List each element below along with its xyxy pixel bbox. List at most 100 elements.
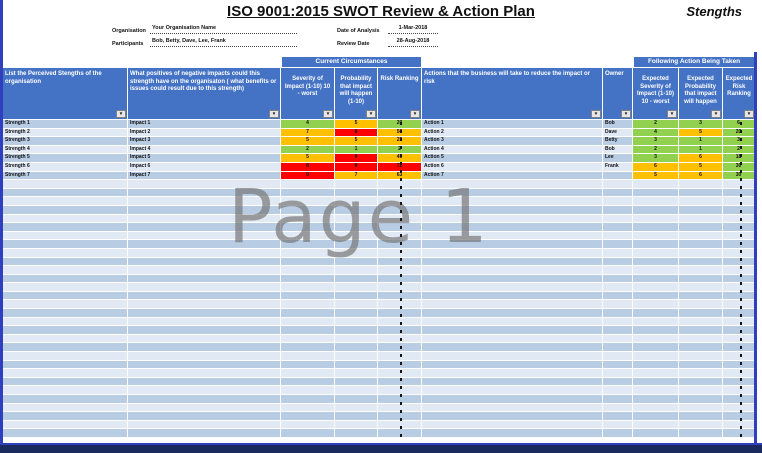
cell[interactable]	[603, 378, 633, 387]
cell[interactable]	[603, 369, 633, 378]
cell[interactable]	[3, 309, 128, 318]
cell[interactable]	[128, 429, 281, 438]
cell[interactable]	[679, 404, 723, 413]
cell[interactable]	[3, 395, 128, 404]
cell[interactable]	[128, 318, 281, 327]
cell[interactable]	[603, 215, 633, 224]
cell[interactable]	[281, 335, 335, 344]
cell[interactable]	[422, 197, 603, 206]
cell[interactable]	[128, 378, 281, 387]
cell[interactable]	[633, 378, 679, 387]
cell[interactable]	[128, 197, 281, 206]
cell[interactable]: Action 6	[422, 163, 603, 172]
filter-dropdown-icon[interactable]: ▼	[711, 110, 721, 118]
cell[interactable]	[603, 309, 633, 318]
cell[interactable]	[633, 318, 679, 327]
cell[interactable]: Action 2	[422, 129, 603, 138]
cell[interactable]: Impact 1	[128, 120, 281, 129]
cell[interactable]	[603, 386, 633, 395]
cell[interactable]	[679, 249, 723, 258]
cell[interactable]	[335, 189, 378, 198]
cell[interactable]	[128, 343, 281, 352]
cell[interactable]	[422, 189, 603, 198]
cell[interactable]	[335, 386, 378, 395]
cell[interactable]: Impact 2	[128, 129, 281, 138]
cell[interactable]	[422, 421, 603, 430]
cell[interactable]	[603, 421, 633, 430]
cell[interactable]	[603, 429, 633, 438]
cell[interactable]: 2	[633, 146, 679, 155]
cell[interactable]: Strength 5	[3, 154, 128, 163]
cell[interactable]: 2	[633, 120, 679, 129]
cell[interactable]	[679, 275, 723, 284]
cell[interactable]	[128, 369, 281, 378]
cell[interactable]: 5	[281, 154, 335, 163]
cell[interactable]	[335, 232, 378, 241]
cell[interactable]	[128, 215, 281, 224]
cell[interactable]	[3, 378, 128, 387]
cell[interactable]	[679, 197, 723, 206]
cell[interactable]	[723, 275, 755, 284]
cell[interactable]	[603, 352, 633, 361]
cell[interactable]: Impact 4	[128, 146, 281, 155]
cell[interactable]	[679, 429, 723, 438]
cell[interactable]	[422, 369, 603, 378]
cell[interactable]	[633, 412, 679, 421]
cell[interactable]	[633, 309, 679, 318]
cell[interactable]: Strength 7	[3, 172, 128, 181]
cell[interactable]	[335, 258, 378, 267]
cell[interactable]	[633, 300, 679, 309]
cell[interactable]: 5	[679, 163, 723, 172]
cell[interactable]	[3, 343, 128, 352]
cell[interactable]	[723, 378, 755, 387]
cell[interactable]: Strength 3	[3, 137, 128, 146]
cell[interactable]	[3, 232, 128, 241]
cell[interactable]	[335, 343, 378, 352]
cell[interactable]	[723, 300, 755, 309]
cell[interactable]	[603, 180, 633, 189]
filter-dropdown-icon[interactable]: ▼	[410, 110, 420, 118]
cell[interactable]	[422, 266, 603, 275]
cell[interactable]	[335, 223, 378, 232]
cell[interactable]: 4	[281, 120, 335, 129]
cell[interactable]	[3, 189, 128, 198]
cell[interactable]	[128, 275, 281, 284]
cell[interactable]	[335, 215, 378, 224]
cell[interactable]	[281, 395, 335, 404]
cell[interactable]	[633, 283, 679, 292]
cell[interactable]	[679, 215, 723, 224]
cell[interactable]	[335, 300, 378, 309]
cell[interactable]	[723, 189, 755, 198]
cell[interactable]	[128, 300, 281, 309]
cell[interactable]: 9	[281, 172, 335, 181]
cell[interactable]	[3, 361, 128, 370]
cell[interactable]	[422, 378, 603, 387]
cell[interactable]	[281, 258, 335, 267]
cell[interactable]	[281, 292, 335, 301]
cell[interactable]	[335, 318, 378, 327]
cell[interactable]	[281, 404, 335, 413]
cell[interactable]	[128, 404, 281, 413]
cell[interactable]	[335, 240, 378, 249]
cell[interactable]	[422, 361, 603, 370]
cell[interactable]	[281, 275, 335, 284]
cell[interactable]	[422, 249, 603, 258]
cell[interactable]	[281, 326, 335, 335]
cell[interactable]	[679, 300, 723, 309]
cell[interactable]: 5	[633, 172, 679, 181]
cell[interactable]	[281, 378, 335, 387]
cell[interactable]	[633, 189, 679, 198]
cell[interactable]	[679, 378, 723, 387]
cell[interactable]	[422, 223, 603, 232]
cell[interactable]: 1	[679, 137, 723, 146]
cell[interactable]	[633, 266, 679, 275]
cell[interactable]	[422, 258, 603, 267]
cell[interactable]	[723, 292, 755, 301]
cell[interactable]	[633, 223, 679, 232]
cell[interactable]: 3	[633, 154, 679, 163]
cell[interactable]	[603, 404, 633, 413]
cell[interactable]	[335, 404, 378, 413]
cell[interactable]	[3, 215, 128, 224]
cell[interactable]	[128, 412, 281, 421]
cell[interactable]	[3, 412, 128, 421]
